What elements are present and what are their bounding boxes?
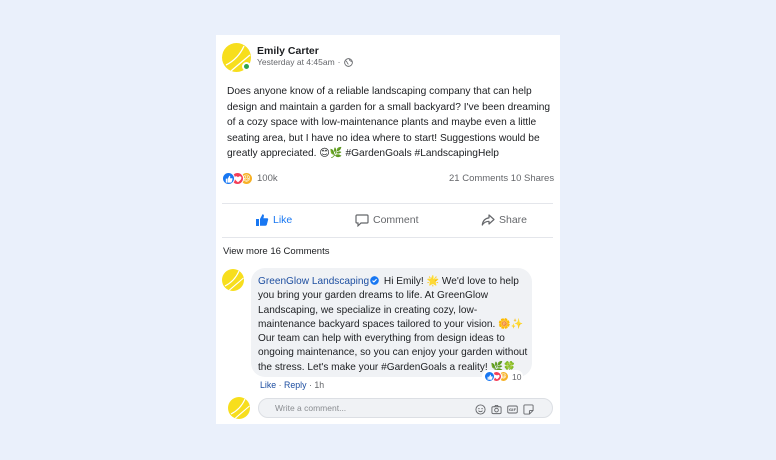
comment-reply-link[interactable]: Reply [284,380,307,390]
tennis-ball-icon [224,270,244,291]
comments-count[interactable]: 21 Comments [449,173,508,184]
comment-input-placeholder[interactable]: Write a comment... [275,403,346,413]
comment-body: GreenGlow Landscaping Hi Emily! 🌟 We'd l… [258,275,528,375]
post-stats: 21 Comments 10 Shares [449,173,554,184]
like-label: Like [273,214,293,226]
composer-tools: GIF [475,402,534,415]
divider [222,237,553,238]
commenter-avatar[interactable] [222,269,244,291]
thumbs-up-icon [256,214,269,226]
comment-actions-dot: · [308,380,312,390]
reaction-summary[interactable]: 😆 100k [222,172,278,185]
commenter-name[interactable]: GreenGlow Landscaping [258,276,369,287]
camera-icon[interactable] [491,402,502,415]
comment-like-link[interactable]: Like [260,380,276,390]
sticker-icon[interactable] [523,402,534,415]
comment-actions: Like · Reply · 1h [260,380,324,390]
shares-count[interactable]: 10 Shares [511,173,554,184]
like-reaction-icon [484,371,495,382]
view-more-comments[interactable]: View more 16 Comments [223,246,329,257]
verified-badge-icon [370,276,379,285]
comment-icon [355,214,369,227]
comment-button[interactable]: Comment [355,213,419,227]
globe-icon [343,57,353,67]
gif-icon[interactable]: GIF [507,402,518,414]
comment-text: Hi Emily! 🌟 We'd love to help you bring … [258,276,528,373]
comment-time[interactable]: 1h [314,380,324,390]
like-button[interactable]: Like [255,213,292,227]
share-label: Share [499,214,528,226]
post-timestamp[interactable]: Yesterday at 4:45am [257,57,335,67]
comment-reaction-summary[interactable]: 😆 10 [482,370,524,383]
post-body: Does anyone know of a reliable landscapi… [227,86,551,159]
meta-separator: · [337,57,341,67]
share-icon [481,214,495,226]
comment-actions-dot: · [278,380,282,390]
reaction-count[interactable]: 100k [257,173,278,184]
tennis-ball-icon [230,398,250,419]
share-button[interactable]: Share [481,213,527,227]
current-user-avatar [228,397,250,419]
comment-reaction-count: 10 [512,371,522,382]
post-meta: Yesterday at 4:45am · [257,57,353,67]
emoji-icon[interactable] [475,402,486,415]
post-author-name[interactable]: Emily Carter [257,45,319,57]
divider [222,203,553,204]
svg-text:GIF: GIF [509,407,517,412]
comment-label: Comment [373,214,419,226]
like-reaction-icon [222,172,235,185]
online-status-dot [242,62,251,71]
